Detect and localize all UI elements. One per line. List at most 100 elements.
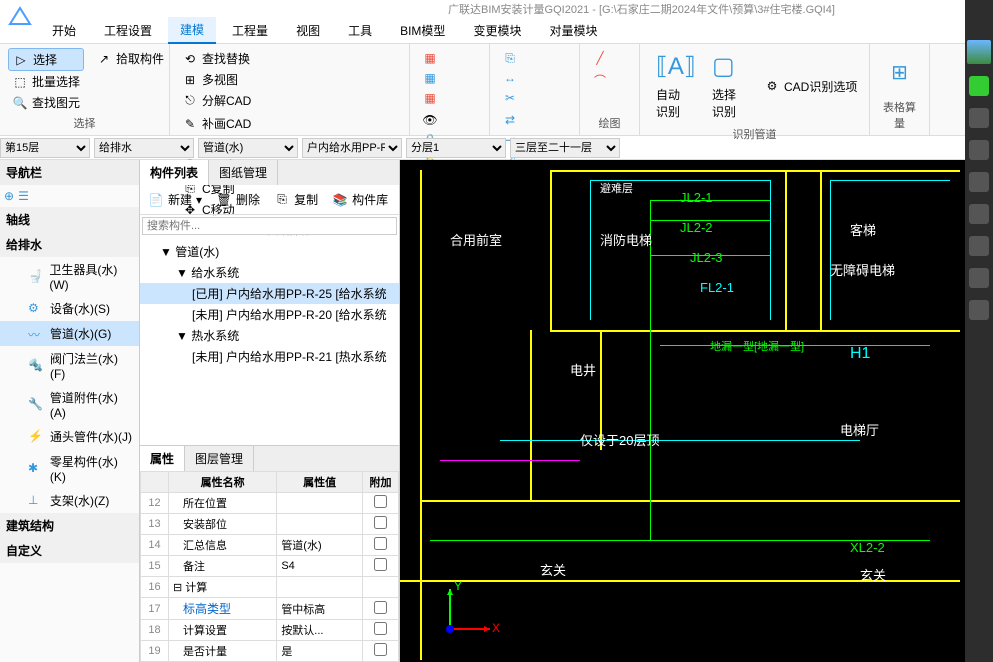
axis-category[interactable]: 轴线 (0, 207, 139, 232)
extra-checkbox[interactable] (374, 495, 387, 508)
tree-item[interactable]: ▼ 管道(水) (140, 241, 399, 262)
side-tool-7[interactable] (969, 268, 989, 288)
extra-checkbox[interactable] (374, 516, 387, 529)
tab-layers[interactable]: 图层管理 (185, 446, 254, 471)
common-btn3[interactable]: ▦ (418, 88, 481, 108)
app-logo[interactable] (6, 4, 34, 35)
tab-components[interactable]: 构件列表 (140, 160, 209, 185)
side-tool-4[interactable] (969, 172, 989, 192)
tree-item[interactable]: ▼ 热水系统 (140, 325, 399, 346)
side-tool-3[interactable] (969, 140, 989, 160)
sheet-icon[interactable]: ⊞ (891, 60, 908, 85)
nav-item[interactable]: 🚽卫生器具(水)(W) (0, 257, 139, 296)
paint-btn1[interactable]: ╱ (588, 48, 631, 68)
thumbnail[interactable] (967, 40, 991, 64)
nav-item-label: 通头管件(水)(J) (50, 428, 132, 445)
modify-btn2[interactable]: ↔ (498, 68, 571, 88)
tree-item[interactable]: [未用] 户内给水用PP-R-21 [热水系统 (140, 346, 399, 367)
select-recognize-button[interactable]: ▢ 选择识别 (704, 48, 752, 124)
menu-tab-view[interactable]: 视图 (284, 18, 332, 43)
tree-item[interactable]: [已用] 户内给水用PP-R-25 [给水系统 (140, 283, 399, 304)
nav-item[interactable]: 🔧管道附件(水)(A) (0, 385, 139, 424)
modify-btn3[interactable]: ✂ (498, 88, 571, 108)
property-row[interactable]: 17标高类型管中标高 (141, 598, 399, 620)
extra-checkbox[interactable] (374, 643, 387, 656)
extra-checkbox[interactable] (374, 558, 387, 571)
delete-button[interactable]: 🗑删除 (212, 189, 264, 210)
tree-item[interactable]: [未用] 户内给水用PP-R-20 [给水系统 (140, 304, 399, 325)
common-btn2[interactable]: ▦ (418, 68, 481, 88)
menu-tab-project[interactable]: 工程设置 (92, 18, 164, 43)
find-elem-button[interactable]: 🔍查找图元 (8, 92, 84, 113)
lib-button[interactable]: 📚构件库 (328, 189, 392, 210)
menu-tab-change[interactable]: 变更模块 (461, 18, 533, 43)
nav-item[interactable]: 〰管道(水)(G) (0, 321, 139, 346)
side-tool-8[interactable] (969, 300, 989, 320)
property-row[interactable]: 15备注S4 (141, 556, 399, 577)
menu-tab-quantity[interactable]: 工程量 (220, 18, 280, 43)
range-select[interactable]: 三层至二十一层 (510, 138, 620, 158)
supp-cad-button[interactable]: ✎补画CAD (178, 113, 401, 134)
nav-item-icon: 🔩 (28, 358, 44, 374)
cad-option-button[interactable]: ⚙CAD识别选项 (760, 76, 861, 97)
cad-canvas[interactable]: 合用前室 避难层 消防电梯 客梯 无障碍电梯 JL2-1 JL2-2 JL2-3… (400, 160, 993, 662)
modify-btn1[interactable]: ⎘ (498, 48, 571, 68)
modify-btn4[interactable]: ⇄ (498, 110, 571, 130)
property-row[interactable]: 16⊟ 计算 (141, 577, 399, 598)
menu-tab-model[interactable]: 建模 (168, 17, 216, 44)
nav-item[interactable]: ✱零星构件(水)(K) (0, 449, 139, 488)
side-tool-6[interactable] (969, 236, 989, 256)
split-cad-button[interactable]: ⎋分解CAD (178, 90, 401, 111)
property-row[interactable]: 12所在位置 (141, 493, 399, 514)
new-button[interactable]: 📄新建▾ (144, 189, 206, 210)
side-tool-2[interactable] (969, 108, 989, 128)
struct-category[interactable]: 建筑结构 (0, 513, 139, 538)
property-row[interactable]: 13安装部位 (141, 514, 399, 535)
property-row[interactable]: 18计算设置按默认... (141, 620, 399, 641)
nav-item-label: 零星构件(水)(K) (50, 453, 133, 484)
nav-item[interactable]: ⊥支架(水)(Z) (0, 488, 139, 513)
list-icon[interactable]: ☰ (18, 189, 29, 203)
find-replace-button[interactable]: ⟲查找替换 (178, 48, 401, 69)
paint-btn2[interactable]: ⌒ (588, 70, 631, 90)
multiview-button[interactable]: ⊞多视图 (178, 69, 401, 90)
cad-label: 合用前室 (450, 230, 502, 249)
select-button[interactable]: ▷选择 (8, 48, 84, 71)
search-input[interactable] (142, 217, 397, 235)
cad-label: 仅设于20层顶 (580, 430, 659, 449)
system-select[interactable]: 给排水 (94, 138, 194, 158)
tree-item[interactable]: ▼ 给水系统 (140, 262, 399, 283)
nav-item[interactable]: ⚙设备(水)(S) (0, 296, 139, 321)
common-btn1[interactable]: ▦ (418, 48, 481, 68)
floor-select[interactable]: 第15层 (0, 138, 90, 158)
category-select[interactable]: 管道(水) (198, 138, 298, 158)
nav-item-label: 卫生器具(水)(W) (49, 261, 133, 292)
extra-checkbox[interactable] (374, 537, 387, 550)
property-row[interactable]: 14汇总信息管道(水) (141, 535, 399, 556)
cursor-icon: ▷ (13, 52, 29, 68)
nav-item-label: 阀门法兰(水)(F) (50, 350, 133, 381)
extra-checkbox[interactable] (374, 622, 387, 635)
menu-tab-tool[interactable]: 工具 (336, 18, 384, 43)
pick-button[interactable]: ↗拾取构件 (92, 48, 168, 69)
tab-drawings[interactable]: 图纸管理 (209, 160, 278, 185)
copy-button[interactable]: ⎘复制 (270, 189, 322, 210)
layer-select[interactable]: 分层1 (406, 138, 506, 158)
batch-select-button[interactable]: ⬚批量选择 (8, 71, 84, 92)
menu-tab-compare[interactable]: 对量模块 (537, 18, 609, 43)
component-select[interactable]: 户内给水用PP-R (302, 138, 402, 158)
tab-properties[interactable]: 属性 (140, 446, 185, 471)
side-tool-1[interactable] (969, 76, 989, 96)
add-icon[interactable]: ⊕ (4, 189, 14, 203)
side-tool-5[interactable] (969, 204, 989, 224)
menu-tab-start[interactable]: 开始 (40, 18, 88, 43)
nav-item[interactable]: ⚡通头管件(水)(J) (0, 424, 139, 449)
custom-category[interactable]: 自定义 (0, 538, 139, 563)
menu-tab-bim[interactable]: BIM模型 (388, 18, 457, 43)
extra-checkbox[interactable] (374, 601, 387, 614)
auto-recognize-button[interactable]: ⟦A⟧ 自动识别 (648, 48, 696, 124)
property-row[interactable]: 19是否计量是 (141, 641, 399, 662)
water-category[interactable]: 给排水 (0, 232, 139, 257)
common-btn4[interactable]: 👁 (418, 110, 481, 130)
nav-item[interactable]: 🔩 阀门法兰(水)(F) (0, 346, 139, 385)
